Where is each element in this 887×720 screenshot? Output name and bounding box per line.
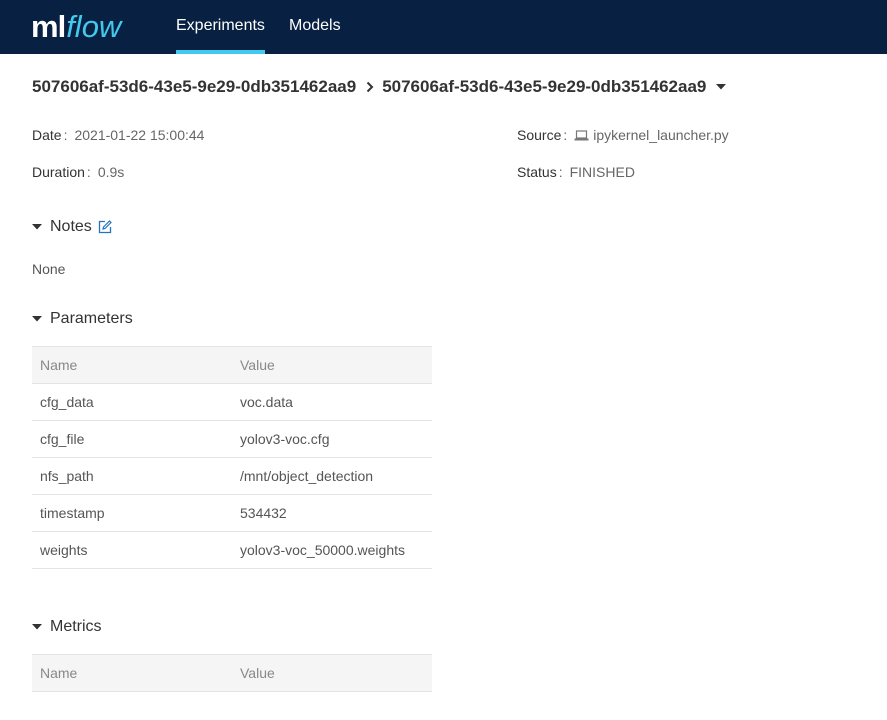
breadcrumb: 507606af-53d6-43e5-9e29-0db351462aa9 507… <box>32 76 727 98</box>
laptop-icon <box>574 129 589 141</box>
nav-active-underline <box>176 50 265 54</box>
meta-status-label: Status <box>517 164 557 180</box>
meta-status: Status: FINISHED <box>517 164 635 180</box>
caret-down-icon <box>32 224 42 230</box>
param-name: cfg_data <box>32 383 232 421</box>
param-name: timestamp <box>32 494 232 532</box>
nav-models-label: Models <box>289 17 341 34</box>
param-name: nfs_path <box>32 457 232 495</box>
caret-down-icon <box>32 624 42 630</box>
metrics-section-toggle[interactable]: Metrics <box>32 616 102 638</box>
meta-duration-value: 0.9s <box>97 164 125 180</box>
notes-title: Notes <box>50 218 92 235</box>
notes-content: None <box>32 261 66 277</box>
table-header-row: Name Value <box>32 654 432 692</box>
parameters-section-toggle[interactable]: Parameters <box>32 308 133 330</box>
table-row: nfs_path /mnt/object_detection <box>32 457 432 495</box>
meta-duration-label: Duration <box>32 164 85 180</box>
meta-source-label: Source <box>517 127 562 143</box>
table-row: cfg_data voc.data <box>32 383 432 421</box>
table-row: timestamp 534432 <box>32 494 432 532</box>
metrics-title: Metrics <box>50 618 102 635</box>
column-header-name[interactable]: Name <box>32 654 232 692</box>
meta-date-value: 2021-01-22 15:00:44 <box>74 127 205 143</box>
meta-source: Source: ipykernel_launcher.py <box>517 127 729 143</box>
parameters-title: Parameters <box>50 310 133 327</box>
meta-source-value[interactable]: ipykernel_launcher.py <box>593 127 728 143</box>
metrics-table: Name Value <box>32 654 432 692</box>
logo-flow-text: flow <box>66 9 122 44</box>
nav-experiments-label: Experiments <box>176 17 265 34</box>
param-name: weights <box>32 531 232 569</box>
meta-status-value: FINISHED <box>569 164 635 180</box>
caret-down-icon <box>32 316 42 322</box>
mlflow-logo[interactable]: ml flow <box>31 7 121 47</box>
table-header-row: Name Value <box>32 346 432 384</box>
breadcrumb-run: 507606af-53d6-43e5-9e29-0db351462aa9 <box>382 77 707 96</box>
meta-date-label: Date <box>32 127 62 143</box>
param-name: cfg_file <box>32 420 232 458</box>
meta-date: Date: 2021-01-22 15:00:44 <box>32 127 205 143</box>
nav-experiments[interactable]: Experiments <box>176 0 265 54</box>
table-row: cfg_file yolov3-voc.cfg <box>32 420 432 458</box>
param-value: voc.data <box>232 383 432 421</box>
nav-models[interactable]: Models <box>289 0 341 54</box>
column-header-value[interactable]: Value <box>232 654 432 692</box>
param-value: yolov3-voc_50000.weights <box>232 531 432 569</box>
param-value: 534432 <box>232 494 432 532</box>
notes-section-toggle[interactable]: Notes <box>32 216 112 238</box>
meta-duration: Duration: 0.9s <box>32 164 125 180</box>
param-value: /mnt/object_detection <box>232 457 432 495</box>
breadcrumb-experiment[interactable]: 507606af-53d6-43e5-9e29-0db351462aa9 <box>32 77 356 97</box>
column-header-value[interactable]: Value <box>232 346 432 384</box>
chevron-right-icon <box>366 81 374 93</box>
top-navbar: ml flow Experiments Models <box>0 0 887 54</box>
column-header-name[interactable]: Name <box>32 346 232 384</box>
table-row: weights yolov3-voc_50000.weights <box>32 531 432 569</box>
parameters-table: Name Value cfg_data voc.data cfg_file yo… <box>32 346 432 569</box>
edit-icon[interactable] <box>98 220 112 234</box>
caret-down-icon[interactable] <box>716 84 727 90</box>
logo-ml-text: ml <box>31 9 66 44</box>
param-value: yolov3-voc.cfg <box>232 420 432 458</box>
